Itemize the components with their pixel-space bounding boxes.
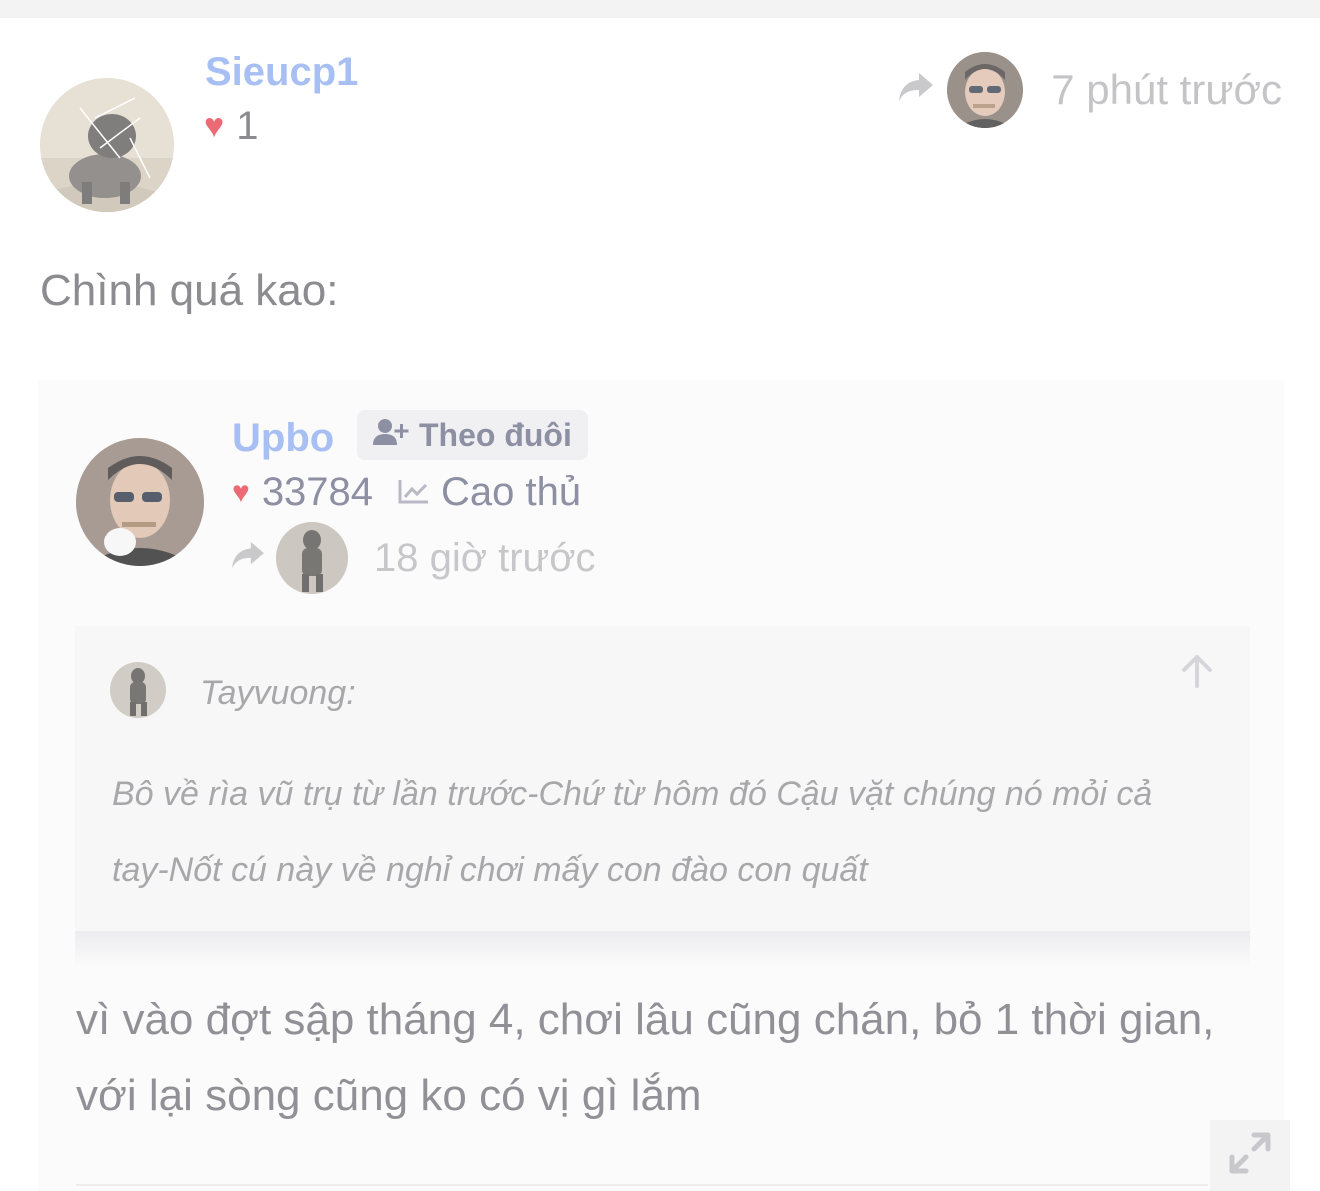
top-strip (0, 0, 1320, 18)
post-time: 7 phút trước (1051, 66, 1282, 113)
quote-author-avatar[interactable] (76, 438, 204, 566)
nested-author-name[interactable]: Tayvuong: (200, 674, 356, 713)
quote-author-name[interactable]: Upbo (232, 416, 334, 461)
quote-author-stats: ♥ 33784 Cao thủ (232, 470, 581, 515)
post-body-text: Chình quá kao: (40, 266, 339, 315)
user-plus-icon (373, 417, 409, 454)
quote-time: 18 giờ trước (374, 535, 596, 580)
expand-button[interactable] (1210, 1120, 1290, 1191)
follow-label: Theo đuôi (419, 416, 572, 453)
quote-meta: 18 giờ trước (230, 522, 596, 594)
post-author-name[interactable]: Sieucp1 (205, 50, 358, 95)
quote-shared-from-avatar[interactable] (276, 522, 348, 594)
chart-line-icon (397, 470, 431, 515)
card-divider (76, 1184, 1208, 1186)
share-arrow-icon (897, 71, 935, 109)
share-arrow-icon (230, 540, 266, 576)
post-like-count: ♥ 1 (204, 104, 258, 149)
quote-body-text: vì vào đợt sập tháng 4, chơi lâu cũng ch… (76, 995, 1215, 1120)
post-like-value: 1 (236, 104, 259, 148)
post-author-avatar[interactable] (40, 78, 174, 212)
nested-quote-shadow (75, 931, 1250, 967)
heart-icon: ♥ (232, 475, 250, 509)
nested-author-avatar[interactable] (110, 662, 166, 718)
post-meta: 7 phút trước (897, 52, 1282, 128)
shared-from-avatar[interactable] (947, 52, 1024, 128)
nested-quote-text: Bô về rìa vũ trụ từ lần trước-Chứ từ hôm… (112, 775, 1153, 889)
expand-icon (1228, 1131, 1272, 1180)
heart-icon: ♥ (204, 107, 225, 145)
follow-button[interactable]: Theo đuôi (357, 410, 588, 460)
quote-rank: Cao thủ (441, 470, 582, 514)
arrow-up-icon[interactable] (1180, 654, 1214, 698)
quote-like-count: 33784 (261, 470, 374, 514)
